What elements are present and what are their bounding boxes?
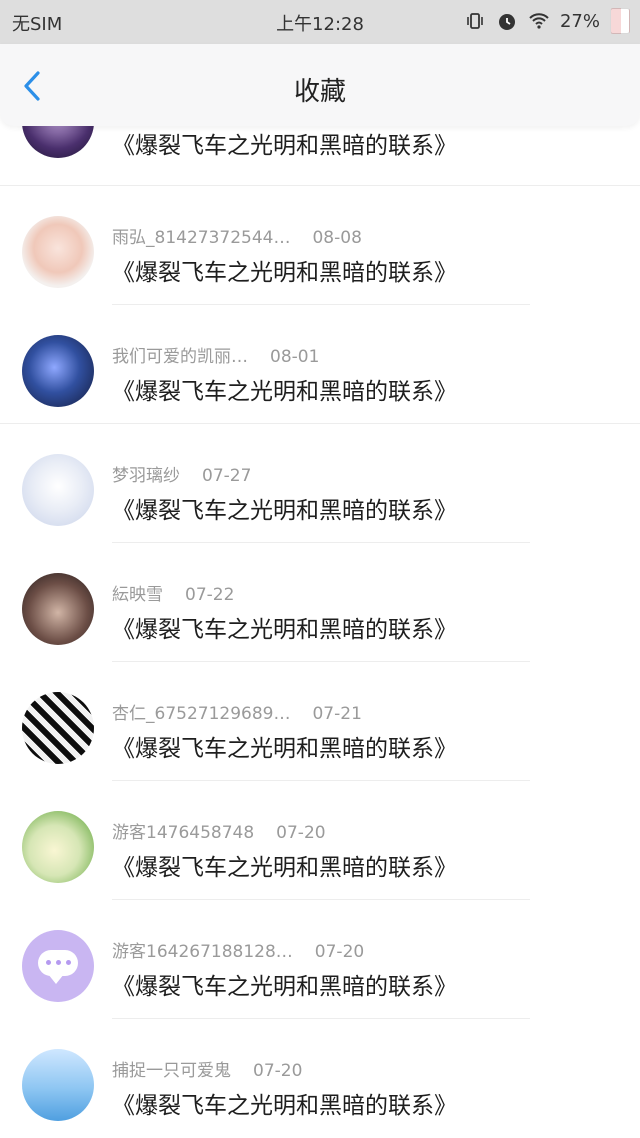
list-item[interactable]: 杏仁_67527129689… 07-21 《爆裂飞车之光明和黑暗的联系》	[0, 662, 640, 781]
list-item[interactable]: 《爆裂飞车之光明和黑暗的联系》	[0, 126, 640, 186]
author-name: 杏仁_67527129689…	[112, 704, 291, 724]
favorite-date: 07-21	[312, 704, 362, 724]
favorite-meta: 游客1476458748 07-20	[112, 818, 326, 843]
favorite-date: 07-20	[253, 1061, 303, 1081]
battery-percent: 27%	[559, 10, 600, 32]
list-item[interactable]: 雨弘_81427372544… 08-08 《爆裂飞车之光明和黑暗的联系》	[0, 186, 640, 305]
header: 收藏	[0, 44, 640, 126]
favorites-list: 《爆裂飞车之光明和黑暗的联系》 雨弘_81427372544… 08-08 《爆裂…	[0, 126, 640, 1138]
status-icons: 27%	[464, 8, 630, 34]
list-item[interactable]: 游客1476458748 07-20 《爆裂飞车之光明和黑暗的联系》	[0, 781, 640, 900]
avatar	[22, 692, 94, 764]
vibrate-icon	[464, 10, 486, 32]
favorite-title: 《爆裂飞车之光明和黑暗的联系》	[112, 498, 457, 524]
favorite-title: 《爆裂飞车之光明和黑暗的联系》	[112, 855, 457, 881]
favorite-meta: 游客164267188128… 07-20	[112, 937, 364, 962]
wifi-icon	[528, 10, 550, 32]
avatar	[22, 573, 94, 645]
favorite-date: 07-27	[202, 466, 252, 486]
status-bar: 无SIM 上午12:28 27%	[0, 0, 640, 44]
avatar	[22, 126, 94, 158]
avatar	[22, 216, 94, 288]
avatar	[22, 454, 94, 526]
favorite-meta: 我们可爱的凯丽… 08-01	[112, 342, 319, 367]
chat-bubble-icon	[38, 950, 78, 984]
favorite-date: 08-08	[312, 228, 362, 248]
favorite-title: 《爆裂飞车之光明和黑暗的联系》	[112, 1093, 457, 1119]
list-item[interactable]: 梦羽璃纱 07-27 《爆裂飞车之光明和黑暗的联系》	[0, 424, 640, 543]
author-name: 游客1476458748	[112, 823, 255, 843]
list-item[interactable]: 紜映雪 07-22 《爆裂飞车之光明和黑暗的联系》	[0, 543, 640, 662]
avatar	[22, 811, 94, 883]
author-name: 紜映雪	[112, 585, 163, 605]
battery-icon	[610, 8, 630, 34]
chat-dot	[66, 960, 71, 965]
author-name: 梦羽璃纱	[112, 466, 180, 486]
list-item[interactable]: 捕捉一只可爱鬼 07-20 《爆裂飞车之光明和黑暗的联系》	[0, 1019, 640, 1138]
avatar	[22, 930, 94, 1002]
avatar	[22, 335, 94, 407]
alarm-icon	[496, 10, 518, 32]
favorite-meta: 杏仁_67527129689… 07-21	[112, 699, 362, 724]
favorite-date: 07-20	[276, 823, 326, 843]
favorite-title: 《爆裂飞车之光明和黑暗的联系》	[112, 379, 457, 405]
author-name: 雨弘_81427372544…	[112, 228, 291, 248]
author-name: 游客164267188128…	[112, 942, 293, 962]
favorite-date: 08-01	[270, 347, 320, 367]
author-name: 捕捉一只可爱鬼	[112, 1061, 231, 1081]
favorite-date: 07-22	[185, 585, 235, 605]
list-item[interactable]: 游客164267188128… 07-20 《爆裂飞车之光明和黑暗的联系》	[0, 900, 640, 1019]
author-name: 我们可爱的凯丽…	[112, 347, 248, 367]
favorite-title: 《爆裂飞车之光明和黑暗的联系》	[112, 736, 457, 762]
chat-dot	[46, 960, 51, 965]
list-item[interactable]: 我们可爱的凯丽… 08-01 《爆裂飞车之光明和黑暗的联系》	[0, 305, 640, 424]
favorite-meta: 梦羽璃纱 07-27	[112, 461, 251, 486]
favorite-title: 《爆裂飞车之光明和黑暗的联系》	[112, 133, 457, 159]
favorite-meta: 捕捉一只可爱鬼 07-20	[112, 1056, 302, 1081]
favorite-date: 07-20	[314, 942, 365, 962]
page-title: 收藏	[293, 77, 346, 107]
favorite-meta: 雨弘_81427372544… 08-08	[112, 223, 362, 248]
favorite-title: 《爆裂飞车之光明和黑暗的联系》	[112, 974, 457, 1000]
favorite-title: 《爆裂飞车之光明和黑暗的联系》	[112, 617, 457, 643]
chat-dot	[56, 960, 61, 965]
favorite-title: 《爆裂飞车之光明和黑暗的联系》	[112, 260, 457, 286]
favorite-meta: 紜映雪 07-22	[112, 580, 234, 605]
avatar	[22, 1049, 94, 1121]
